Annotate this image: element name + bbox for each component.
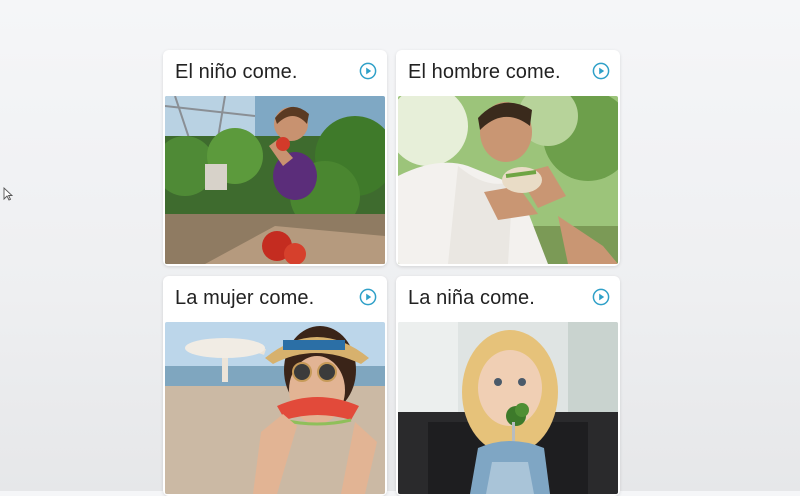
mouse-cursor-icon bbox=[3, 187, 13, 201]
card-caption: El hombre come. bbox=[396, 50, 620, 96]
answer-card-man[interactable]: El hombre come. bbox=[396, 50, 620, 266]
answer-card-boy[interactable]: El niño come. bbox=[163, 50, 387, 266]
play-circle-icon[interactable] bbox=[359, 62, 377, 80]
caption-text: La mujer come. bbox=[175, 287, 315, 309]
play-circle-icon[interactable] bbox=[592, 288, 610, 306]
play-circle-icon[interactable] bbox=[359, 288, 377, 306]
caption-text: La niña come. bbox=[408, 287, 535, 309]
card-caption: El niño come. bbox=[163, 50, 387, 96]
caption-text: El niño come. bbox=[175, 61, 298, 83]
answer-card-girl[interactable]: La niña come. bbox=[396, 276, 620, 496]
woman-eating-photo bbox=[165, 322, 385, 494]
boy-eating-photo bbox=[165, 96, 385, 264]
girl-eating-photo bbox=[398, 322, 618, 494]
caption-text: El hombre come. bbox=[408, 61, 561, 83]
card-caption: La mujer come. bbox=[163, 276, 387, 322]
play-circle-icon[interactable] bbox=[592, 62, 610, 80]
answer-card-woman[interactable]: La mujer come. bbox=[163, 276, 387, 496]
man-eating-photo bbox=[398, 96, 618, 264]
card-caption: La niña come. bbox=[396, 276, 620, 322]
